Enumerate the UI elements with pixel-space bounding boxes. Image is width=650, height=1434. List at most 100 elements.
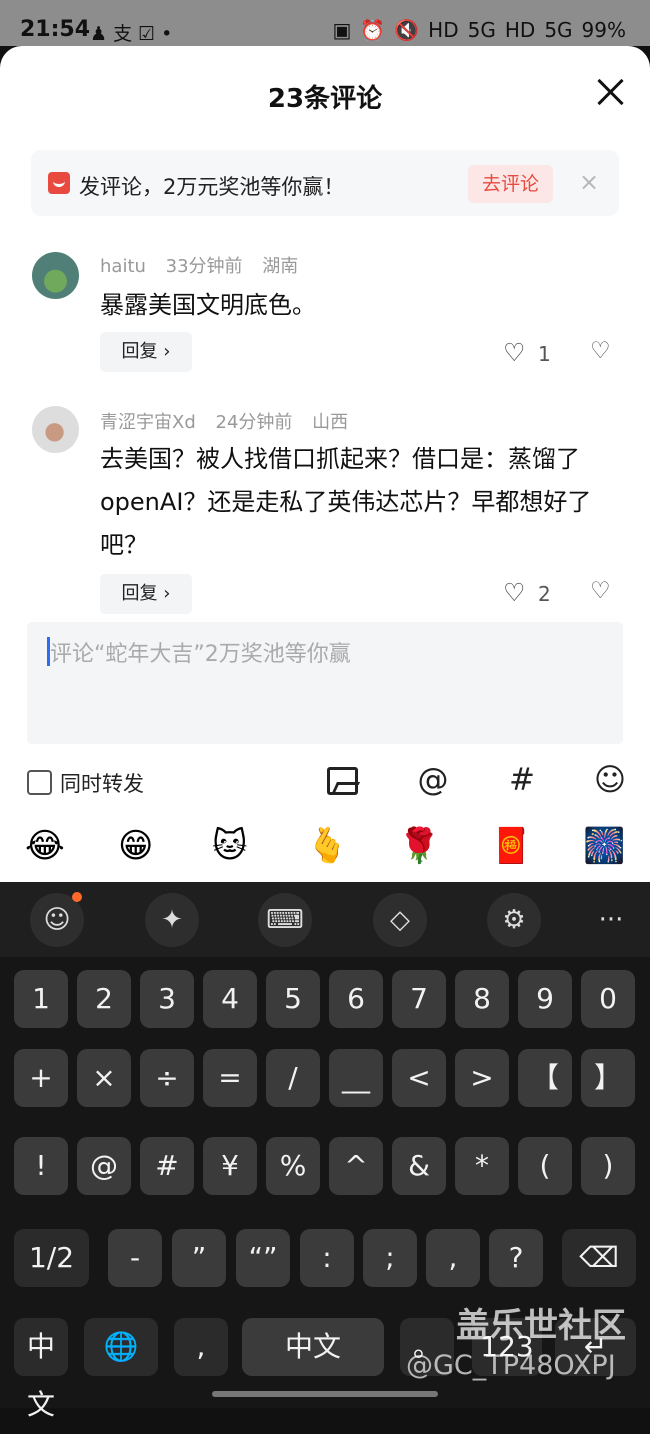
keyboard-key[interactable]: ? [489, 1229, 543, 1287]
keyboard-key[interactable]: × [77, 1049, 131, 1107]
keyboard-key[interactable]: # [140, 1137, 194, 1195]
keyboard-key[interactable]: + [14, 1049, 68, 1107]
notification-dot [72, 892, 82, 902]
keyboard-key[interactable]: , [174, 1318, 228, 1376]
reward-banner[interactable]: 发评论，2万元奖池等你赢！ 去评论 × [31, 150, 619, 216]
keyboard-key[interactable]: = [203, 1049, 257, 1107]
comment-item: 青涩宇宙Xd 24分钟前 山西 去美国？被人找借口抓起来？借口是：蒸馏了open… [0, 406, 650, 614]
keyboard-key[interactable]: 5 [266, 970, 320, 1028]
comments-title: 23条评论 [267, 84, 383, 114]
comment-text[interactable]: 暴露美国文明底色。 [100, 284, 622, 327]
keyboard-key[interactable]: 1 [14, 970, 68, 1028]
keyboard-key[interactable]: 【 [518, 1049, 572, 1107]
keyboard-key[interactable]: ÷ [140, 1049, 194, 1107]
watermark-title: 盖乐世社区 [456, 1306, 626, 1346]
dismiss-banner-icon[interactable]: × [579, 168, 599, 196]
hd-icon: HD [504, 18, 536, 42]
keyboard-key[interactable]: : [300, 1229, 354, 1287]
grin-emoji[interactable]: 😁 [118, 826, 153, 866]
hashtag-icon[interactable]: # [504, 762, 540, 798]
cursor-control-icon[interactable]: ◇ [373, 893, 427, 947]
keyboard-key[interactable]: 8 [455, 970, 509, 1028]
keyboard-toolbar: ☺ ✦ ⌨ ◇ ⚙ ··· [0, 882, 650, 957]
clock: 21:54 [20, 17, 91, 42]
keyboard-layout-icon[interactable]: ⌨ [258, 893, 312, 947]
finger-heart-emoji[interactable]: 🫰 [306, 826, 348, 866]
keyboard-key[interactable]: % [266, 1137, 320, 1195]
forward-checkbox[interactable] [27, 770, 52, 795]
reply-button[interactable]: 回复 › [100, 332, 192, 372]
keyboard-key[interactable]: 6 [329, 970, 383, 1028]
go-comment-button[interactable]: 去评论 [468, 165, 553, 203]
like-count: 1 [538, 342, 551, 366]
keyboard-key[interactable]: 】 [581, 1049, 635, 1107]
network-5g-icon: 5G [467, 18, 496, 42]
emoji-bar: 😂 😁 🐱 🫰 🌹 🧧 🎆 [0, 826, 650, 882]
keyboard-key[interactable]: 7 [392, 970, 446, 1028]
laugh-emoji[interactable]: 😂 [25, 826, 65, 866]
like-count: 2 [538, 582, 551, 606]
comment-input[interactable]: 评论“蛇年大吉”2万奖池等你赢 [27, 622, 623, 744]
keyboard-key[interactable]: __ [329, 1049, 383, 1107]
keyboard-key[interactable]: 中文 [242, 1318, 384, 1376]
backspace-key[interactable]: ⌫ [562, 1229, 636, 1287]
avatar[interactable] [32, 406, 79, 453]
keyboard-key[interactable]: ¥ [203, 1137, 257, 1195]
more-icon[interactable]: ··· [584, 893, 638, 947]
keyboard-key[interactable]: < [392, 1049, 446, 1107]
keyboard-key[interactable]: 0 [581, 970, 635, 1028]
mention-icon[interactable]: @ [415, 762, 451, 798]
keyboard-key[interactable]: - [108, 1229, 162, 1287]
avatar[interactable] [32, 252, 79, 299]
comment-region: 湖南 [262, 256, 299, 277]
comment-text[interactable]: 去美国？被人找借口抓起来？借口是：蒸馏了openAI？还是走私了英伟达芯片？早都… [100, 438, 622, 567]
keyboard-key[interactable]: ) [581, 1137, 635, 1195]
keyboard-key[interactable]: 2 [77, 970, 131, 1028]
keyboard-key[interactable]: ! [14, 1137, 68, 1195]
keyboard-key[interactable]: 3 [140, 970, 194, 1028]
keyboard-key[interactable]: , [426, 1229, 480, 1287]
keyboard-key[interactable]: ” [172, 1229, 226, 1287]
keyboard-key[interactable]: “” [236, 1229, 290, 1287]
keyboard-key[interactable]: 9 [518, 970, 572, 1028]
keyboard-key[interactable]: 4 [203, 970, 257, 1028]
reply-button[interactable]: 回复 › [100, 574, 192, 614]
dislike-icon[interactable]: ♡ [590, 338, 611, 364]
keyboard-key[interactable]: / [266, 1049, 320, 1107]
like-icon[interactable]: ♡ [503, 338, 525, 367]
cat-emoji[interactable]: 🐱 [212, 826, 247, 866]
keyboard-key[interactable]: > [455, 1049, 509, 1107]
reward-banner-text: 发评论，2万元奖池等你赢！ [79, 175, 345, 199]
keyboard-key[interactable]: ^ [329, 1137, 383, 1195]
alarm-icon: ⏰ [360, 18, 386, 42]
keyboard-key[interactable]: & [392, 1137, 446, 1195]
comment-time: 33分钟前 [165, 256, 243, 277]
keyboard-key[interactable]: 中文 [14, 1318, 68, 1421]
reward-icon [48, 172, 70, 194]
emoji-icon[interactable]: ☺ [592, 762, 628, 798]
comments-sheet: 23条评论 发评论，2万元奖池等你赢！ 去评论 × haitu 33分钟前 湖南… [0, 46, 650, 882]
keyboard-key[interactable]: 1/2 [14, 1229, 89, 1287]
comment-meta: 青涩宇宙Xd 24分钟前 山西 [100, 408, 362, 434]
home-indicator[interactable] [212, 1391, 438, 1397]
image-icon[interactable] [327, 767, 358, 795]
comment-username[interactable]: haitu [100, 256, 146, 277]
keyboard-key[interactable]: @ [77, 1137, 131, 1195]
ai-tools-icon[interactable]: ✦ [145, 893, 199, 947]
dislike-icon[interactable]: ♡ [590, 578, 611, 604]
firework-emoji[interactable]: 🎆 [583, 826, 625, 866]
comment-username[interactable]: 青涩宇宙Xd [100, 412, 196, 433]
close-icon[interactable] [596, 77, 626, 107]
keyboard-key[interactable]: 🌐 [84, 1318, 158, 1376]
forward-label[interactable]: 同时转发 [60, 768, 144, 798]
system-icons: ▣ ⏰ 🔇 HD 5G HD 5G 99% [332, 18, 626, 42]
settings-icon[interactable]: ⚙ [487, 893, 541, 947]
fortune-emoji[interactable]: 🧧 [490, 826, 532, 866]
system-icon: ▣ [332, 18, 352, 42]
rose-emoji[interactable]: 🌹 [398, 826, 440, 866]
keyboard-key[interactable]: ( [518, 1137, 572, 1195]
like-icon[interactable]: ♡ [503, 578, 525, 607]
watermark-id: @GC_TP48OXPJ [406, 1350, 616, 1381]
keyboard-key[interactable]: ; [363, 1229, 417, 1287]
keyboard-key[interactable]: * [455, 1137, 509, 1195]
